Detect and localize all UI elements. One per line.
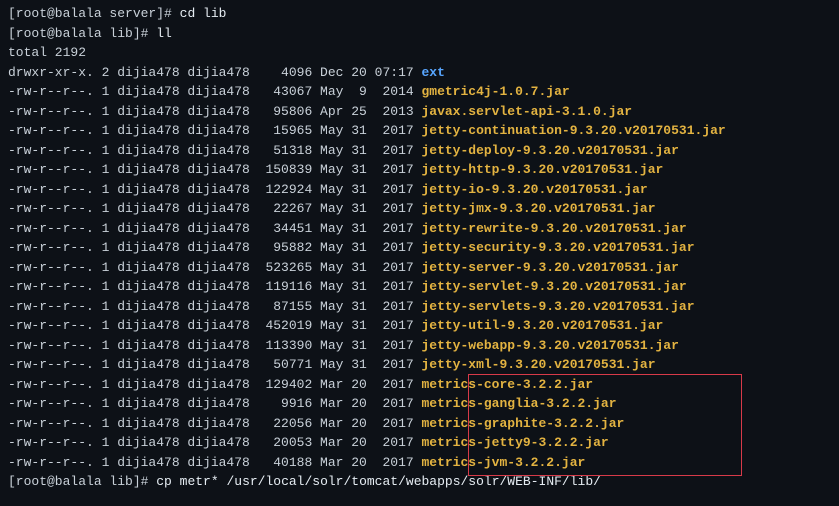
list-item: -rw-r--r--. 1 dijia478 dijia478 113390 M…	[8, 336, 831, 356]
shell-prompt: [root@balala lib]#	[8, 26, 148, 41]
file-name: jetty-servlets-9.3.20.v20170531.jar	[421, 299, 694, 314]
file-listing: drwxr-xr-x. 2 dijia478 dijia478 4096 Dec…	[8, 63, 831, 473]
list-item: -rw-r--r--. 1 dijia478 dijia478 43067 Ma…	[8, 82, 831, 102]
file-name: metrics-ganglia-3.2.2.jar	[421, 396, 616, 411]
list-item: -rw-r--r--. 1 dijia478 dijia478 22056 Ma…	[8, 414, 831, 434]
total-line: total 2192	[8, 43, 831, 63]
list-item: drwxr-xr-x. 2 dijia478 dijia478 4096 Dec…	[8, 63, 831, 83]
file-name: jetty-io-9.3.20.v20170531.jar	[421, 182, 647, 197]
list-item: -rw-r--r--. 1 dijia478 dijia478 51318 Ma…	[8, 141, 831, 161]
list-item: -rw-r--r--. 1 dijia478 dijia478 523265 M…	[8, 258, 831, 278]
shell-prompt: [root@balala server]#	[8, 6, 172, 21]
list-item: -rw-r--r--. 1 dijia478 dijia478 95806 Ap…	[8, 102, 831, 122]
prompt-line: [root@balala lib]# ll	[8, 24, 831, 44]
file-name: javax.servlet-api-3.1.0.jar	[421, 104, 632, 119]
command-cp: cp metr* /usr/local/solr/tomcat/webapps/…	[156, 474, 601, 489]
file-name: metrics-jetty9-3.2.2.jar	[421, 435, 608, 450]
directory-name: ext	[421, 65, 444, 80]
list-item: -rw-r--r--. 1 dijia478 dijia478 22267 Ma…	[8, 199, 831, 219]
prompt-line: [root@balala server]# cd lib	[8, 4, 831, 24]
list-item: -rw-r--r--. 1 dijia478 dijia478 9916 Mar…	[8, 394, 831, 414]
file-name: jetty-webapp-9.3.20.v20170531.jar	[421, 338, 678, 353]
file-name: metrics-graphite-3.2.2.jar	[421, 416, 624, 431]
list-item: -rw-r--r--. 1 dijia478 dijia478 129402 M…	[8, 375, 831, 395]
list-item: -rw-r--r--. 1 dijia478 dijia478 40188 Ma…	[8, 453, 831, 473]
file-name: jetty-deploy-9.3.20.v20170531.jar	[421, 143, 678, 158]
list-item: -rw-r--r--. 1 dijia478 dijia478 34451 Ma…	[8, 219, 831, 239]
file-name: metrics-jvm-3.2.2.jar	[421, 455, 585, 470]
list-item: -rw-r--r--. 1 dijia478 dijia478 452019 M…	[8, 316, 831, 336]
list-item: -rw-r--r--. 1 dijia478 dijia478 122924 M…	[8, 180, 831, 200]
file-name: jetty-http-9.3.20.v20170531.jar	[421, 162, 663, 177]
file-name: jetty-security-9.3.20.v20170531.jar	[421, 240, 694, 255]
list-item: -rw-r--r--. 1 dijia478 dijia478 50771 Ma…	[8, 355, 831, 375]
list-item: -rw-r--r--. 1 dijia478 dijia478 95882 Ma…	[8, 238, 831, 258]
shell-prompt: [root@balala lib]#	[8, 474, 148, 489]
command-cd: cd lib	[180, 6, 227, 21]
terminal-output[interactable]: [root@balala server]# cd lib [root@balal…	[8, 4, 831, 492]
file-name: jetty-jmx-9.3.20.v20170531.jar	[421, 201, 655, 216]
file-name: metrics-core-3.2.2.jar	[421, 377, 593, 392]
file-name: gmetric4j-1.0.7.jar	[421, 84, 569, 99]
file-name: jetty-rewrite-9.3.20.v20170531.jar	[421, 221, 686, 236]
file-name: jetty-xml-9.3.20.v20170531.jar	[421, 357, 655, 372]
file-name: jetty-server-9.3.20.v20170531.jar	[421, 260, 678, 275]
command-ll: ll	[156, 26, 172, 41]
list-item: -rw-r--r--. 1 dijia478 dijia478 150839 M…	[8, 160, 831, 180]
file-name: jetty-util-9.3.20.v20170531.jar	[421, 318, 663, 333]
file-name: jetty-servlet-9.3.20.v20170531.jar	[421, 279, 686, 294]
list-item: -rw-r--r--. 1 dijia478 dijia478 15965 Ma…	[8, 121, 831, 141]
list-item: -rw-r--r--. 1 dijia478 dijia478 87155 Ma…	[8, 297, 831, 317]
file-name: jetty-continuation-9.3.20.v20170531.jar	[421, 123, 725, 138]
list-item: -rw-r--r--. 1 dijia478 dijia478 119116 M…	[8, 277, 831, 297]
prompt-line: [root@balala lib]# cp metr* /usr/local/s…	[8, 472, 831, 492]
list-item: -rw-r--r--. 1 dijia478 dijia478 20053 Ma…	[8, 433, 831, 453]
